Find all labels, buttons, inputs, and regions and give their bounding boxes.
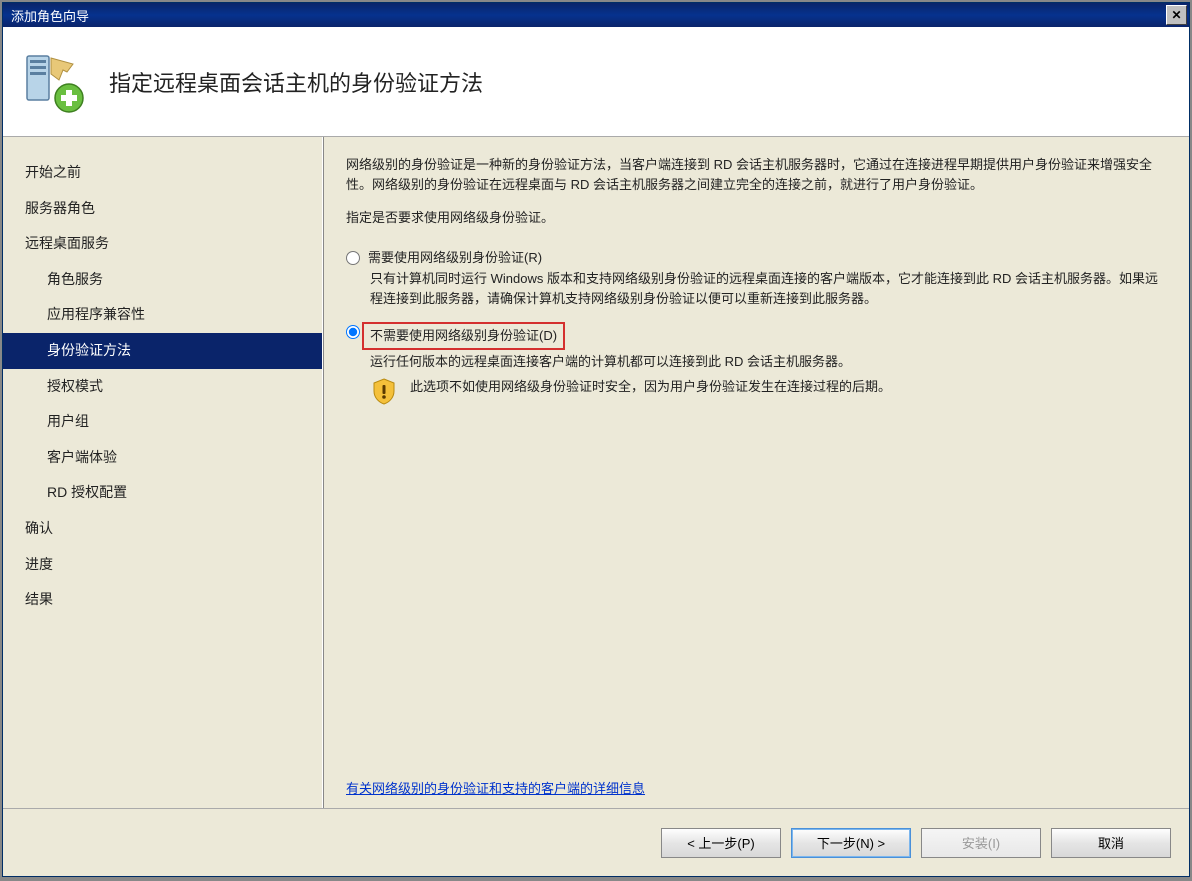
server-role-icon xyxy=(21,50,85,114)
close-button[interactable]: ✕ xyxy=(1166,5,1187,25)
wizard-sidebar: 开始之前服务器角色远程桌面服务角色服务应用程序兼容性身份验证方法授权模式用户组客… xyxy=(3,137,323,808)
titlebar: 添加角色向导 ✕ xyxy=(3,3,1189,27)
wizard-window: 添加角色向导 ✕ 指定远程桌面会话主机的身份验证方法 开始之前服务器角色远程桌面… xyxy=(2,2,1190,877)
wizard-header: 指定远程桌面会话主机的身份验证方法 xyxy=(3,27,1189,137)
instruction-text: 指定是否要求使用网络级身份验证。 xyxy=(346,208,1167,228)
next-button[interactable]: 下一步(N) > xyxy=(791,828,911,858)
window-title: 添加角色向导 xyxy=(11,6,89,25)
sidebar-item-7[interactable]: 用户组 xyxy=(3,404,322,440)
radio-option-require-nla[interactable]: 需要使用网络级别身份验证(R) xyxy=(346,248,1167,268)
warning-row: 此选项不如使用网络级身份验证时安全，因为用户身份验证发生在连接过程的后期。 xyxy=(370,377,1167,405)
sidebar-item-5[interactable]: 身份验证方法 xyxy=(3,333,322,369)
radio-option-no-nla[interactable]: 不需要使用网络级别身份验证(D) xyxy=(346,322,1167,350)
install-button[interactable]: 安装(I) xyxy=(921,828,1041,858)
radio-desc-no-nla: 运行任何版本的远程桌面连接客户端的计算机都可以连接到此 RD 会话主机服务器。 xyxy=(370,352,1167,372)
previous-button[interactable]: < 上一步(P) xyxy=(661,828,781,858)
sidebar-item-6[interactable]: 授权模式 xyxy=(3,369,322,405)
radio-label-require-nla: 需要使用网络级别身份验证(R) xyxy=(368,248,542,268)
radio-require-nla[interactable] xyxy=(346,251,360,265)
cancel-button[interactable]: 取消 xyxy=(1051,828,1171,858)
sidebar-item-3[interactable]: 角色服务 xyxy=(3,262,322,298)
warning-text: 此选项不如使用网络级身份验证时安全，因为用户身份验证发生在连接过程的后期。 xyxy=(410,377,891,397)
sidebar-item-2[interactable]: 远程桌面服务 xyxy=(3,226,322,262)
radio-desc-require-nla: 只有计算机同时运行 Windows 版本和支持网络级别身份验证的远程桌面连接的客… xyxy=(370,269,1167,308)
sidebar-item-4[interactable]: 应用程序兼容性 xyxy=(3,297,322,333)
sidebar-item-9[interactable]: RD 授权配置 xyxy=(3,475,322,511)
radio-label-no-nla: 不需要使用网络级别身份验证(D) xyxy=(370,328,557,343)
close-icon: ✕ xyxy=(1171,8,1181,22)
more-info-link[interactable]: 有关网络级别的身份验证和支持的客户端的详细信息 xyxy=(346,759,645,799)
wizard-body: 开始之前服务器角色远程桌面服务角色服务应用程序兼容性身份验证方法授权模式用户组客… xyxy=(3,137,1189,808)
sidebar-item-11[interactable]: 进度 xyxy=(3,547,322,583)
page-title: 指定远程桌面会话主机的身份验证方法 xyxy=(109,66,483,98)
highlighted-selection: 不需要使用网络级别身份验证(D) xyxy=(362,322,565,350)
radio-no-nla[interactable] xyxy=(346,325,360,339)
shield-warning-icon xyxy=(370,377,398,405)
sidebar-item-10[interactable]: 确认 xyxy=(3,511,322,547)
content-pane: 网络级别的身份验证是一种新的身份验证方法，当客户端连接到 RD 会话主机服务器时… xyxy=(323,137,1189,808)
sidebar-item-0[interactable]: 开始之前 xyxy=(3,155,322,191)
description-paragraph: 网络级别的身份验证是一种新的身份验证方法，当客户端连接到 RD 会话主机服务器时… xyxy=(346,155,1167,194)
sidebar-item-1[interactable]: 服务器角色 xyxy=(3,191,322,227)
wizard-footer: < 上一步(P) 下一步(N) > 安装(I) 取消 xyxy=(3,808,1189,876)
sidebar-item-8[interactable]: 客户端体验 xyxy=(3,440,322,476)
sidebar-item-12[interactable]: 结果 xyxy=(3,582,322,618)
auth-radio-group: 需要使用网络级别身份验证(R) 只有计算机同时运行 Windows 版本和支持网… xyxy=(346,248,1167,406)
